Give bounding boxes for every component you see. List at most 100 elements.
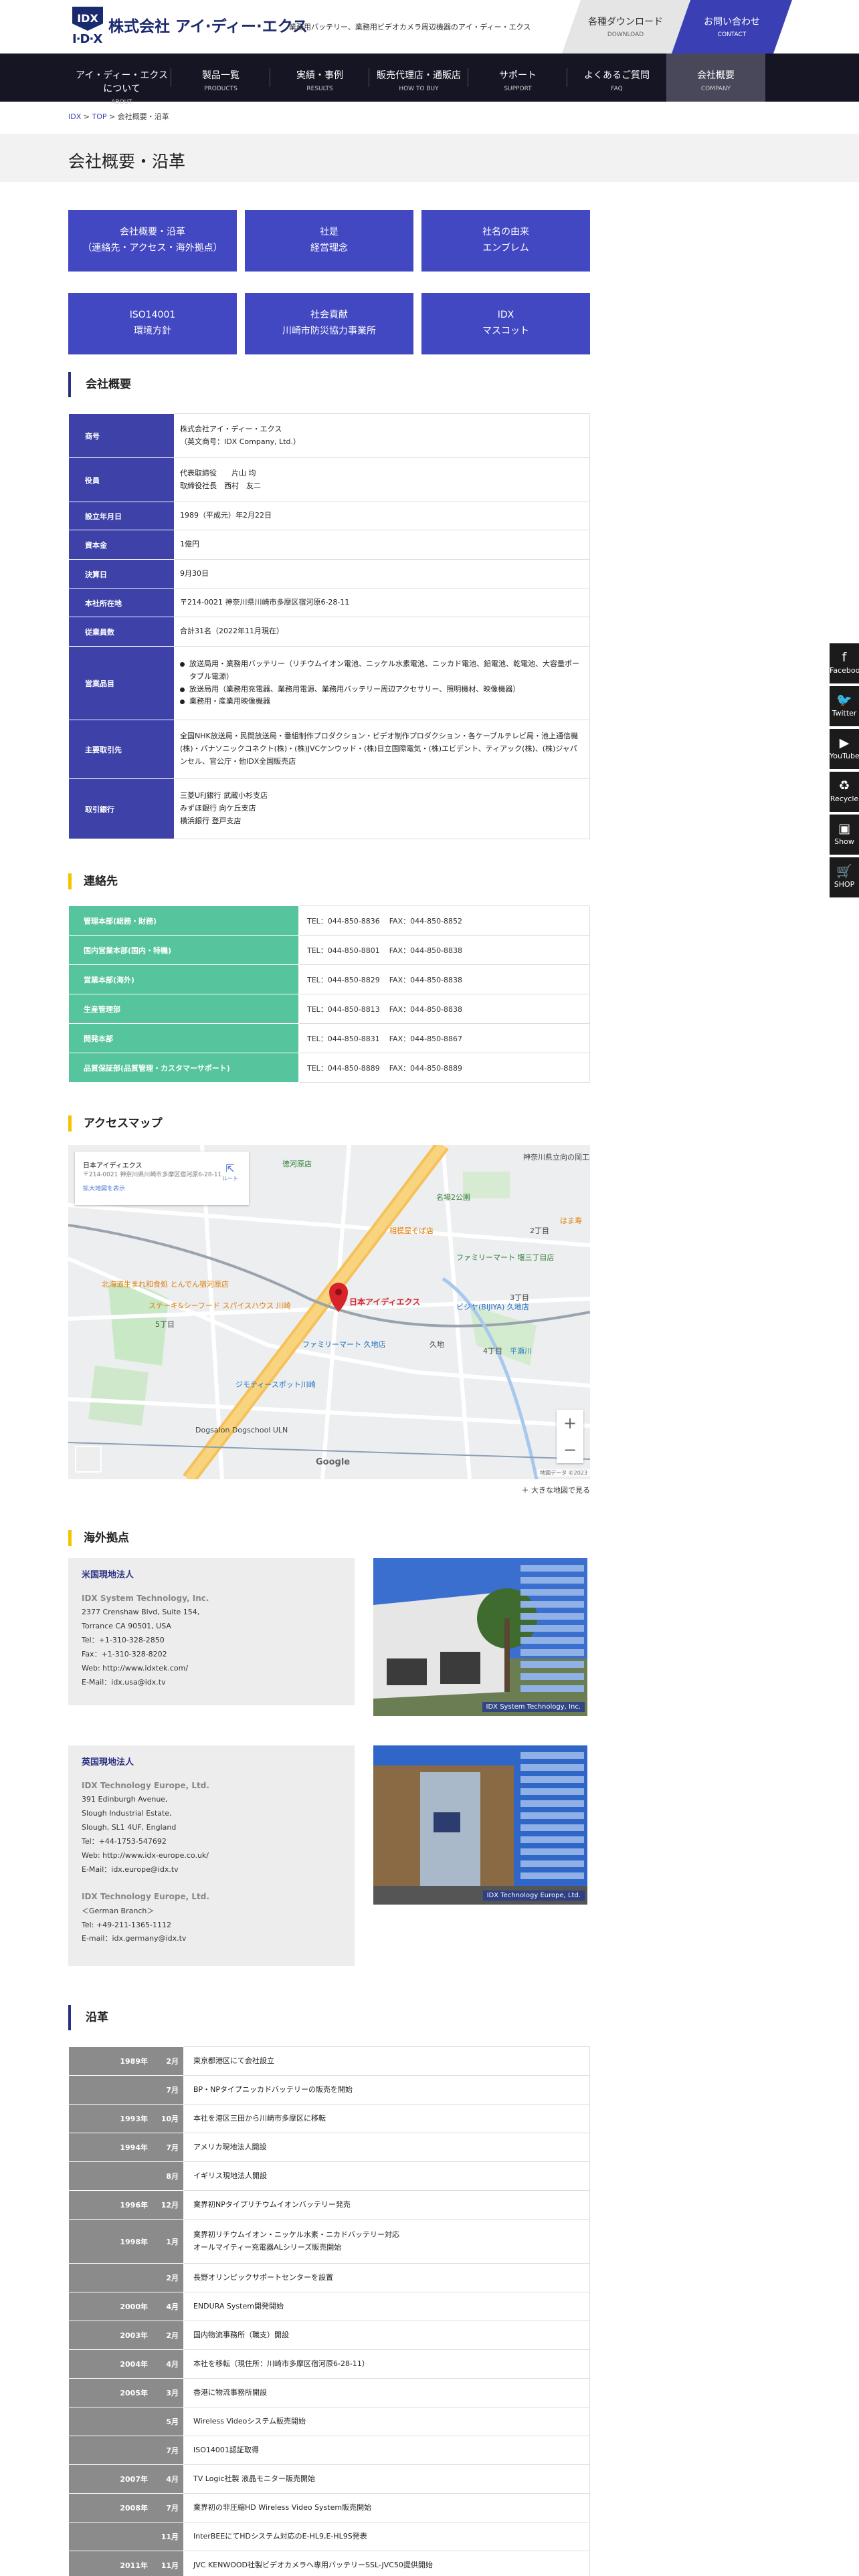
breadcrumb-top[interactable]: TOP [92, 112, 106, 121]
company-overview-heading: 会社概要 [68, 372, 590, 397]
breadcrumb-sep: > [106, 112, 118, 121]
youtube-icon: ▶ [839, 736, 850, 750]
history-row: 7月 BP・NPタイプニッカドバッテリーの販売を開始 [68, 2075, 590, 2105]
tile-company-history[interactable]: 会社概要・沿革 （連絡先・アクセス・海外拠点） [68, 210, 237, 272]
tile-iso14001[interactable]: ISO14001 環境方針 [68, 293, 237, 354]
youtube-link[interactable]: ▶ YouTube [830, 729, 859, 769]
map-label: 3丁目 [510, 1293, 529, 1302]
map-label: 徳河原店 [282, 1160, 312, 1168]
de-line: ＜German Branch＞ [82, 1906, 155, 1915]
dept-name: 品質保証部(品質管理・カスタマーサポート) [68, 1053, 299, 1083]
nav-sub: SUPPORT [504, 86, 532, 92]
history-event: Wireless Videoシステム販売開始 [183, 2407, 590, 2436]
street-view-icon[interactable] [75, 1446, 102, 1473]
history-section: 沿革 1989年 2月 東京都港区にて会社設立 7月 BP・NPタイプニッカドバッテリー… [68, 2005, 590, 2576]
nav-faq[interactable]: よくあるご質問 FAQ [567, 53, 666, 102]
map-label: 久地 [430, 1340, 444, 1349]
tile-philosophy[interactable]: 社是 経営理念 [245, 210, 413, 272]
history-month: 11月 [161, 2533, 179, 2541]
nav-how-to-buy[interactable]: 販売代理店・通販店 HOW TO BUY [369, 53, 468, 102]
page-title-bar: 会社概要・沿革 [0, 134, 859, 182]
facebook-icon: f [842, 650, 847, 665]
map-attribution: 地図データ ©2023 [537, 1469, 590, 1477]
map-enlarge-link[interactable]: 拡大地図を表示 [83, 1184, 241, 1192]
history-month: 7月 [166, 2143, 179, 2152]
contacts-table: 管理本部(総務・財務) TEL：044-850-8836 FAX：044-850-8… [68, 905, 590, 1083]
history-row: 2月 長野オリンピックサポートセンターを設置 [68, 2263, 590, 2292]
large-map-link[interactable]: ＋ 大きな地図で見る [68, 1485, 591, 1495]
map-label: 神奈川県立向の岡工業高 [523, 1153, 590, 1162]
history-month: 2月 [166, 2331, 179, 2340]
de-email-link[interactable]: E-mail：idx.germany@idx.tv [82, 1932, 341, 1946]
breadcrumb: IDX > TOP > 会社概要・沿革 [0, 102, 859, 128]
us-web-link[interactable]: Web: http://www.idxtek.com/ [82, 1662, 341, 1676]
uk-line: Slough, SL1 4UF, England [82, 1823, 177, 1832]
history-year: 2003年 [120, 2331, 148, 2340]
tile-mascot[interactable]: IDX マスコット [421, 293, 590, 354]
dept-name: 生産管理部 [68, 994, 299, 1024]
dept-numbers: TEL：044-850-8813 FAX：044-850-8838 [298, 994, 590, 1024]
company-key: 主要取引先 [68, 720, 175, 779]
tile-social-contribution[interactable]: 社会貢献 川崎市防災協力事業所 [245, 293, 413, 354]
nav-about[interactable]: アイ・ディー・エクスについて ABOUT [72, 53, 171, 106]
history-event: 長野オリンピックサポートセンターを設置 [183, 2263, 590, 2292]
map-label: 北海道生まれ和食処 とんでん宿河原店 [102, 1280, 229, 1289]
company-overview-section: 会社概要 商号 株式会社アイ・ディー・エクス （英文商号：IDX Company, … [68, 372, 590, 839]
shop-link[interactable]: 🛒 SHOP [830, 857, 859, 897]
show-link[interactable]: ▣ Show [830, 815, 859, 855]
company-value: 三菱UFJ銀行 武蔵小杉支店 みずほ銀行 向ケ丘支店 横浜銀行 登戸支店 [174, 778, 590, 839]
us-building-image [373, 1558, 587, 1716]
nav-support[interactable]: サポート SUPPORT [468, 53, 567, 102]
tile-line1: 社是 [320, 227, 339, 238]
contact-row: 開発本部 TEL：044-850-8831 FAX：044-850-8867 [68, 1023, 590, 1053]
directions-icon[interactable]: ⇱ ルート [222, 1162, 238, 1184]
company-key: 決算日 [68, 559, 175, 589]
tile-line2: 経営理念 [310, 243, 348, 253]
facebook-link[interactable]: fFacebook [830, 643, 859, 683]
history-row: 1998年 1月 業界初リチウムイオン・ニッケル水素・ニカドバッテリー対応 オールマイ… [68, 2219, 590, 2264]
company-key: 資本金 [68, 530, 175, 560]
uk-email-link[interactable]: E-Mail：idx.europe@idx.tv [82, 1863, 341, 1877]
dept-numbers: TEL：044-850-8831 FAX：044-850-8867 [298, 1023, 590, 1053]
map-label: 4丁目 [483, 1347, 502, 1356]
history-month: 4月 [166, 2360, 179, 2369]
history-row: 1996年 12月 業界初NPタイプリチウムイオンバッテリー発売 [68, 2190, 590, 2220]
tile-line1: 会社概要・沿革 [120, 227, 185, 238]
history-event: 東京都港区にて会社設立 [183, 2046, 590, 2076]
contacts-section: 連絡先 管理本部(総務・財務) TEL：044-850-8836 FAX：044-8… [68, 873, 590, 1083]
history-month: 3月 [166, 2389, 179, 2397]
tile-name-origin[interactable]: 社名の由来 エンブレム [421, 210, 590, 272]
breadcrumb-sep: > [81, 112, 92, 121]
logo-mark-text: I·D·X [72, 32, 102, 46]
history-date: 2011年 11月 [68, 2551, 184, 2576]
history-date: 2月 [68, 2263, 184, 2292]
uk-building-image [373, 1745, 587, 1905]
recycle-link[interactable]: ♻ Recycle [830, 772, 859, 812]
tile-line2: マスコット [482, 326, 529, 336]
nav-products[interactable]: 製品一覧 PRODUCTS [171, 53, 270, 102]
site-logo[interactable]: IDX I·D·X 株式会社 アイ·ディー·エクス [72, 7, 308, 48]
twitter-link[interactable]: 🐦 Twitter [830, 686, 859, 726]
uk-web-link[interactable]: Web: http://www.idx-europe.co.uk/ [82, 1849, 341, 1863]
access-map[interactable]: 日本アイディエクス 徳河原店 相模屋そば店 名場2公園 ファミリーマート 堰三丁… [68, 1145, 590, 1479]
us-line: Torrance CA 90501, USA [82, 1622, 171, 1631]
shop-cart-icon: 🛒 [836, 864, 852, 879]
zoom-out-button[interactable]: − [557, 1436, 583, 1463]
company-value: 1989（平成元）年2月22日 [174, 502, 590, 530]
history-month: 7月 [166, 2504, 179, 2512]
nav-company[interactable]: 会社概要 COMPANY [666, 53, 765, 102]
company-value: 1億円 [174, 530, 590, 560]
tile-line1: 社会貢献 [310, 310, 348, 321]
download-button[interactable]: 各種ダウンロード DOWNLOAD [562, 0, 689, 53]
breadcrumb-idx[interactable]: IDX [68, 112, 81, 121]
nav-results[interactable]: 実績・事例 RESULTS [270, 53, 369, 102]
history-date: 11月 [68, 2522, 184, 2551]
contact-sub: CONTACT [717, 31, 747, 38]
nav-label: 製品一覧 [202, 70, 240, 81]
zoom-in-button[interactable]: + [557, 1410, 583, 1436]
us-email-link[interactable]: E-Mail：idx.usa@idx.tv [82, 1676, 341, 1690]
contact-row: 国内営業本部(国内・特機) TEL：044-850-8801 FAX：044-850… [68, 935, 590, 965]
history-date: 7月 [68, 2075, 184, 2105]
contact-button[interactable]: お問い合わせ CONTACT [672, 0, 792, 53]
map-label: 2丁目 [530, 1226, 549, 1235]
